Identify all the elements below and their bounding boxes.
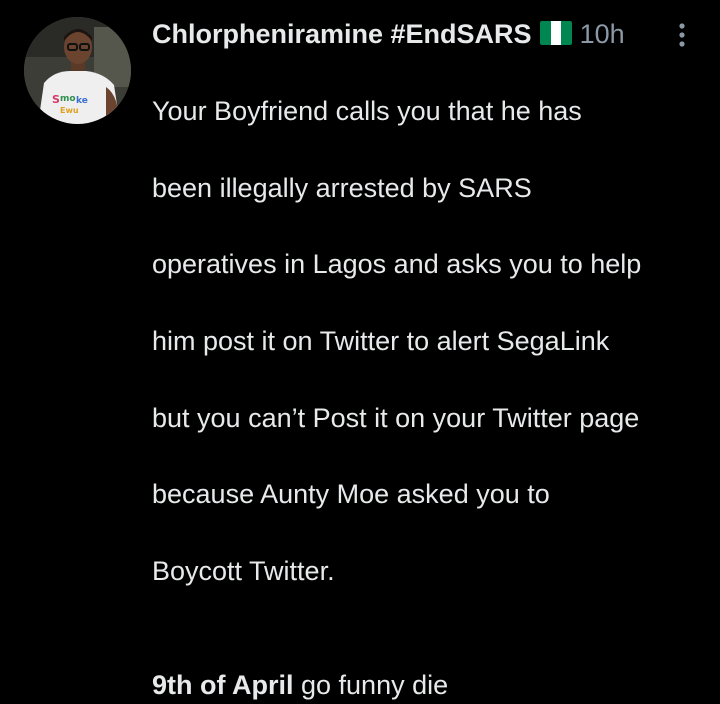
tweet-body-line: been illegally arrested by SARS (152, 172, 532, 203)
tweet-content: Chlorpheniramine #EndSARS 10h Your Boyfr… (152, 14, 712, 704)
avatar[interactable]: S mo ke Ewu (24, 17, 131, 124)
tweet-body: Your Boyfriend calls you that he has bee… (152, 54, 712, 628)
final-rest-text: go funny die (293, 670, 449, 701)
paragraph-break (152, 628, 712, 666)
tweet-body-line: Boycott Twitter. (152, 555, 335, 586)
tweet-body-line: operatives in Lagos and asks you to help (152, 249, 642, 280)
svg-text:ke: ke (76, 96, 88, 106)
tweet-header: Chlorpheniramine #EndSARS 10h (152, 14, 712, 54)
final-bold-text: 9th of April (152, 670, 294, 701)
display-name[interactable]: Chlorpheniramine #EndSARS (152, 19, 532, 50)
svg-text:Ewu: Ewu (60, 106, 79, 115)
tweet-body-line: because Aunty Moe asked you to (152, 479, 550, 510)
svg-text:mo: mo (60, 94, 76, 104)
tweet-body-line: him post it on Twitter to alert SegaLink (152, 326, 610, 357)
tweet-body-line: Your Boyfriend calls you that he has (152, 96, 582, 127)
avatar-image: S mo ke Ewu (24, 17, 131, 124)
svg-text:S: S (52, 93, 60, 106)
tweet[interactable]: S mo ke Ewu Chlorpheniramine #EndSARS 10… (0, 0, 720, 700)
tweet-final-line: 9th of April go funny die (152, 666, 712, 704)
tweet-body-line: but you can’t Post it on your Twitter pa… (152, 402, 640, 433)
nigeria-flag-icon (539, 21, 572, 45)
timestamp[interactable]: 10h (580, 19, 625, 50)
more-vertical-icon[interactable] (676, 20, 688, 50)
